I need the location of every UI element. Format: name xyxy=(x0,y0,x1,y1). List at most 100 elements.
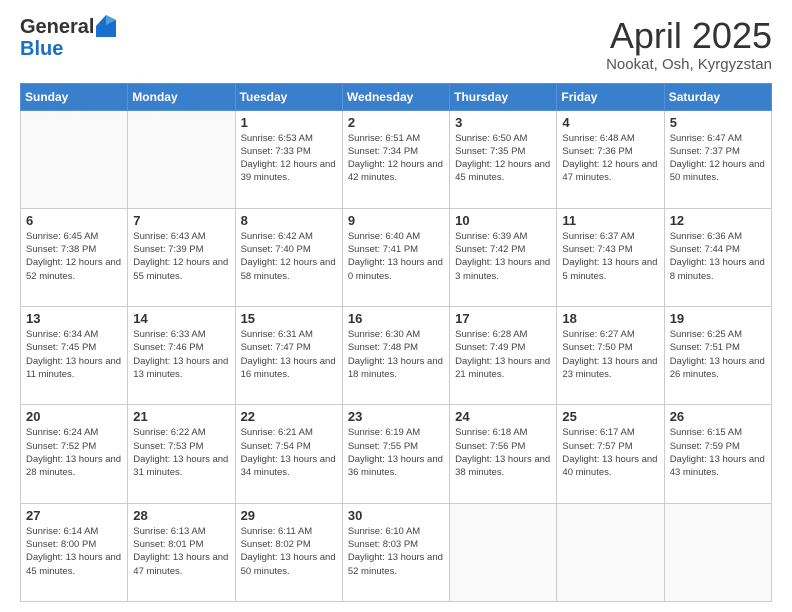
day-info: Sunrise: 6:51 AM Sunset: 7:34 PM Dayligh… xyxy=(348,132,444,185)
day-number: 12 xyxy=(670,213,766,228)
table-row: 1 Sunrise: 6:53 AM Sunset: 7:33 PM Daylig… xyxy=(235,110,342,208)
day-info: Sunrise: 6:30 AM Sunset: 7:48 PM Dayligh… xyxy=(348,328,444,381)
col-tuesday: Tuesday xyxy=(235,83,342,110)
calendar-week-row: 27 Sunrise: 6:14 AM Sunset: 8:00 PM Dayli… xyxy=(21,503,772,601)
table-row: 9 Sunrise: 6:40 AM Sunset: 7:41 PM Daylig… xyxy=(342,208,449,306)
day-number: 2 xyxy=(348,115,444,130)
calendar-week-row: 20Sunrise: 6:24 AM Sunset: 7:52 PM Dayli… xyxy=(21,405,772,503)
table-row xyxy=(664,503,771,601)
table-row: 28 Sunrise: 6:13 AM Sunset: 8:01 PM Dayli… xyxy=(128,503,235,601)
table-row: 14 Sunrise: 6:33 AM Sunset: 7:46 PM Dayli… xyxy=(128,307,235,405)
day-number: 7 xyxy=(133,213,229,228)
day-info: Sunrise: 6:34 AM Sunset: 7:45 PM Dayligh… xyxy=(26,328,122,381)
day-info: Sunrise: 6:47 AM Sunset: 7:37 PM Dayligh… xyxy=(670,132,766,185)
day-info: Sunrise: 6:13 AM Sunset: 8:01 PM Dayligh… xyxy=(133,525,229,578)
table-row xyxy=(557,503,664,601)
table-row: 24 Sunrise: 6:18 AM Sunset: 7:56 PM Dayli… xyxy=(450,405,557,503)
logo-blue-text: Blue xyxy=(20,38,63,60)
day-info: Sunrise: 6:14 AM Sunset: 8:00 PM Dayligh… xyxy=(26,525,122,578)
table-row: 3Sunrise: 6:50 AM Sunset: 7:35 PM Daylig… xyxy=(450,110,557,208)
calendar-week-row: 13 Sunrise: 6:34 AM Sunset: 7:45 PM Dayli… xyxy=(21,307,772,405)
day-info: Sunrise: 6:28 AM Sunset: 7:49 PM Dayligh… xyxy=(455,328,551,381)
col-sunday: Sunday xyxy=(21,83,128,110)
day-number: 23 xyxy=(348,409,444,424)
table-row: 5 Sunrise: 6:47 AM Sunset: 7:37 PM Daylig… xyxy=(664,110,771,208)
day-info: Sunrise: 6:15 AM Sunset: 7:59 PM Dayligh… xyxy=(670,426,766,479)
table-row: 26 Sunrise: 6:15 AM Sunset: 7:59 PM Dayli… xyxy=(664,405,771,503)
table-row: 29 Sunrise: 6:11 AM Sunset: 8:02 PM Dayli… xyxy=(235,503,342,601)
day-number: 26 xyxy=(670,409,766,424)
table-row: 12 Sunrise: 6:36 AM Sunset: 7:44 PM Dayli… xyxy=(664,208,771,306)
day-number: 22 xyxy=(241,409,337,424)
day-number: 30 xyxy=(348,508,444,523)
day-number: 14 xyxy=(133,311,229,326)
page: General Blue April 2025 Nookat, Osh, Kyr… xyxy=(0,0,792,612)
logo: General Blue xyxy=(20,16,116,60)
day-number: 28 xyxy=(133,508,229,523)
day-number: 17 xyxy=(455,311,551,326)
calendar-header-row: Sunday Monday Tuesday Wednesday Thursday… xyxy=(21,83,772,110)
day-number: 29 xyxy=(241,508,337,523)
calendar-table: Sunday Monday Tuesday Wednesday Thursday… xyxy=(20,83,772,602)
day-info: Sunrise: 6:31 AM Sunset: 7:47 PM Dayligh… xyxy=(241,328,337,381)
day-number: 20 xyxy=(26,409,122,424)
table-row: 7 Sunrise: 6:43 AM Sunset: 7:39 PM Daylig… xyxy=(128,208,235,306)
logo-icon xyxy=(96,15,116,37)
day-number: 5 xyxy=(670,115,766,130)
day-number: 8 xyxy=(241,213,337,228)
col-monday: Monday xyxy=(128,83,235,110)
day-number: 21 xyxy=(133,409,229,424)
day-info: Sunrise: 6:36 AM Sunset: 7:44 PM Dayligh… xyxy=(670,230,766,283)
table-row: 11 Sunrise: 6:37 AM Sunset: 7:43 PM Dayli… xyxy=(557,208,664,306)
day-info: Sunrise: 6:19 AM Sunset: 7:55 PM Dayligh… xyxy=(348,426,444,479)
col-thursday: Thursday xyxy=(450,83,557,110)
table-row: 25 Sunrise: 6:17 AM Sunset: 7:57 PM Dayli… xyxy=(557,405,664,503)
day-number: 11 xyxy=(562,213,658,228)
day-number: 3 xyxy=(455,115,551,130)
day-info: Sunrise: 6:21 AM Sunset: 7:54 PM Dayligh… xyxy=(241,426,337,479)
day-info: Sunrise: 6:11 AM Sunset: 8:02 PM Dayligh… xyxy=(241,525,337,578)
day-number: 4 xyxy=(562,115,658,130)
table-row xyxy=(21,110,128,208)
table-row: 18Sunrise: 6:27 AM Sunset: 7:50 PM Dayli… xyxy=(557,307,664,405)
calendar-week-row: 1 Sunrise: 6:53 AM Sunset: 7:33 PM Daylig… xyxy=(21,110,772,208)
day-number: 15 xyxy=(241,311,337,326)
day-number: 10 xyxy=(455,213,551,228)
day-number: 1 xyxy=(241,115,337,130)
col-friday: Friday xyxy=(557,83,664,110)
day-info: Sunrise: 6:18 AM Sunset: 7:56 PM Dayligh… xyxy=(455,426,551,479)
title-block: April 2025 Nookat, Osh, Kyrgyzstan xyxy=(606,16,772,73)
day-number: 27 xyxy=(26,508,122,523)
day-info: Sunrise: 6:53 AM Sunset: 7:33 PM Dayligh… xyxy=(241,132,337,185)
day-info: Sunrise: 6:17 AM Sunset: 7:57 PM Dayligh… xyxy=(562,426,658,479)
day-info: Sunrise: 6:22 AM Sunset: 7:53 PM Dayligh… xyxy=(133,426,229,479)
day-info: Sunrise: 6:42 AM Sunset: 7:40 PM Dayligh… xyxy=(241,230,337,283)
day-number: 24 xyxy=(455,409,551,424)
table-row: 30 Sunrise: 6:10 AM Sunset: 8:03 PM Dayli… xyxy=(342,503,449,601)
day-number: 6 xyxy=(26,213,122,228)
table-row: 27 Sunrise: 6:14 AM Sunset: 8:00 PM Dayli… xyxy=(21,503,128,601)
table-row: 21 Sunrise: 6:22 AM Sunset: 7:53 PM Dayli… xyxy=(128,405,235,503)
day-number: 19 xyxy=(670,311,766,326)
table-row: 19Sunrise: 6:25 AM Sunset: 7:51 PM Dayli… xyxy=(664,307,771,405)
table-row xyxy=(128,110,235,208)
day-number: 9 xyxy=(348,213,444,228)
day-info: Sunrise: 6:33 AM Sunset: 7:46 PM Dayligh… xyxy=(133,328,229,381)
table-row: 13 Sunrise: 6:34 AM Sunset: 7:45 PM Dayli… xyxy=(21,307,128,405)
table-row: 16Sunrise: 6:30 AM Sunset: 7:48 PM Dayli… xyxy=(342,307,449,405)
logo-general-text: General xyxy=(20,16,94,38)
table-row: 23 Sunrise: 6:19 AM Sunset: 7:55 PM Dayli… xyxy=(342,405,449,503)
day-info: Sunrise: 6:37 AM Sunset: 7:43 PM Dayligh… xyxy=(562,230,658,283)
header: General Blue April 2025 Nookat, Osh, Kyr… xyxy=(20,16,772,73)
day-info: Sunrise: 6:43 AM Sunset: 7:39 PM Dayligh… xyxy=(133,230,229,283)
day-info: Sunrise: 6:39 AM Sunset: 7:42 PM Dayligh… xyxy=(455,230,551,283)
day-info: Sunrise: 6:10 AM Sunset: 8:03 PM Dayligh… xyxy=(348,525,444,578)
day-number: 25 xyxy=(562,409,658,424)
table-row: 17 Sunrise: 6:28 AM Sunset: 7:49 PM Dayli… xyxy=(450,307,557,405)
day-number: 13 xyxy=(26,311,122,326)
table-row: 22 Sunrise: 6:21 AM Sunset: 7:54 PM Dayli… xyxy=(235,405,342,503)
calendar-title: April 2025 xyxy=(606,16,772,56)
table-row: 2 Sunrise: 6:51 AM Sunset: 7:34 PM Daylig… xyxy=(342,110,449,208)
table-row xyxy=(450,503,557,601)
day-info: Sunrise: 6:40 AM Sunset: 7:41 PM Dayligh… xyxy=(348,230,444,283)
